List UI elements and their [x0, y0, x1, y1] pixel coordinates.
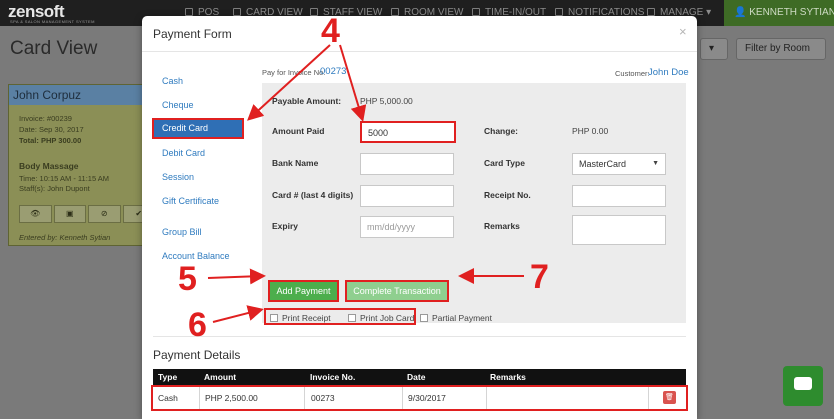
annotation-6: 6 — [188, 306, 207, 344]
caret-down-icon: ▼ — [652, 160, 659, 167]
card-time: Time: 10:15 AM - 11:15 AM — [19, 174, 110, 183]
method-gift-certificate[interactable]: Gift Certificate — [162, 196, 219, 206]
chat-icon — [794, 377, 812, 390]
card-icon — [233, 8, 241, 16]
brand-tagline: SPA & SALON MANAGEMENT SYSTEM — [10, 19, 95, 24]
annotation-5: 5 — [178, 260, 197, 298]
caret-down-icon: ▾ — [706, 7, 712, 18]
card-type-label: Card Type — [484, 158, 525, 168]
modal-title: Payment Form — [153, 27, 232, 41]
column-header-invoice: Invoice No. — [310, 372, 356, 382]
divider — [402, 387, 403, 409]
receipt-no-label: Receipt No. — [484, 190, 531, 200]
column-header-amount: Amount — [204, 372, 237, 382]
bank-name-input[interactable] — [360, 153, 454, 175]
method-cheque[interactable]: Cheque — [162, 100, 194, 110]
payment-form-modal: Payment Form × Cash Cheque Credit Card D… — [142, 16, 697, 419]
gear-icon — [647, 8, 655, 16]
bank-name-label: Bank Name — [272, 158, 319, 168]
bell-icon — [555, 8, 563, 16]
payment-details-title: Payment Details — [153, 348, 241, 362]
payment-form-panel: Payable Amount: PHP 5,000.00 Amount Paid… — [262, 83, 686, 325]
card-invoice: Invoice: #00239 — [19, 114, 72, 123]
cancel-icon[interactable]: ⊘ — [88, 205, 121, 223]
card-number-label: Card # (last 4 digits) — [272, 190, 354, 200]
date-filter-select[interactable]: ▾ — [700, 38, 728, 60]
room-icon — [391, 8, 399, 16]
table-row: Cash PHP 2,500.00 00273 9/30/2017 🗑 — [151, 385, 688, 411]
annotation-4: 4 — [321, 12, 340, 50]
annotation-7: 7 — [530, 258, 549, 296]
checkbox-icon — [348, 314, 356, 322]
invoice-number: 00273 — [320, 66, 347, 77]
expiry-input[interactable]: mm/dd/yyyy — [360, 216, 454, 238]
clock-icon — [472, 8, 480, 16]
delete-payment-button[interactable]: 🗑 — [663, 391, 676, 404]
row-invoice: 00273 — [311, 393, 335, 403]
print-job-card-checkbox[interactable]: Print Job Card — [348, 313, 414, 323]
add-payment-button[interactable]: Add Payment — [268, 280, 339, 302]
print-options-group: Print Receipt Print Job Card — [264, 308, 416, 325]
user-menu[interactable]: 👤 KENNETH SYTIAN ▾ — [724, 0, 834, 26]
invoice-label: Pay for Invoice No. — [262, 68, 326, 77]
chevron-down-icon: ▾ — [709, 43, 715, 54]
card-type-select[interactable]: MasterCard ▼ — [572, 153, 666, 175]
card-action-buttons: 👁 ▣ ⊘ ✔ — [19, 205, 155, 223]
card-entered-by: Entered by: Kenneth Sytian — [19, 233, 111, 242]
method-credit-card[interactable]: Credit Card — [152, 118, 244, 139]
room-filter-select[interactable]: Filter by Room — [736, 38, 826, 60]
close-icon[interactable]: × — [679, 24, 687, 39]
method-cash[interactable]: Cash — [162, 76, 183, 86]
expiry-label: Expiry — [272, 221, 298, 231]
print-receipt-checkbox[interactable]: Print Receipt — [270, 313, 331, 323]
row-amount: PHP 2,500.00 — [205, 393, 258, 403]
card-total: Total: PHP 300.00 — [19, 136, 82, 145]
chat-button[interactable] — [783, 366, 823, 406]
amount-paid-input[interactable]: 5000 — [360, 121, 456, 143]
card-customer-name: John Corpuz — [9, 85, 153, 105]
customer-name[interactable]: John Doe — [648, 67, 689, 78]
payable-amount-value: PHP 5,000.00 — [360, 96, 413, 106]
column-header-remarks: Remarks — [490, 372, 526, 382]
method-session[interactable]: Session — [162, 172, 194, 182]
divider — [648, 387, 649, 409]
appointment-card[interactable]: John Corpuz Invoice: #00239 Date: Sep 30… — [8, 84, 155, 246]
receipt-no-input[interactable] — [572, 185, 666, 207]
card-service: Body Massage — [19, 161, 79, 171]
checkbox-icon — [270, 314, 278, 322]
checkbox-icon — [420, 314, 428, 322]
card-staff: Staff(s): John Dupont — [19, 184, 90, 193]
remarks-textarea[interactable] — [572, 215, 666, 245]
partial-payment-checkbox[interactable]: Partial Payment — [420, 313, 492, 323]
card-number-input[interactable] — [360, 185, 454, 207]
divider — [486, 387, 487, 409]
page-title: Card View — [10, 38, 98, 59]
method-debit-card[interactable]: Debit Card — [162, 148, 205, 158]
cart-icon — [185, 8, 193, 16]
divider — [304, 387, 305, 409]
remarks-label: Remarks — [484, 221, 520, 231]
payment-icon[interactable]: ▣ — [53, 205, 86, 223]
payment-details-header: Type Amount Invoice No. Date Remarks — [153, 369, 686, 385]
amount-paid-label: Amount Paid — [272, 126, 325, 136]
divider — [153, 336, 686, 337]
card-date: Date: Sep 30, 2017 — [19, 125, 84, 134]
divider — [199, 387, 200, 409]
column-header-date: Date — [407, 372, 426, 382]
change-label: Change: — [484, 126, 518, 136]
customer-label: Customer: — [615, 69, 650, 78]
users-icon — [310, 8, 318, 16]
complete-transaction-button[interactable]: Complete Transaction — [345, 280, 449, 302]
view-icon[interactable]: 👁 — [19, 205, 52, 223]
change-value: PHP 0.00 — [572, 126, 609, 136]
user-icon: 👤 — [734, 7, 750, 18]
divider — [142, 51, 697, 52]
row-date: 9/30/2017 — [408, 393, 446, 403]
trash-icon: 🗑 — [665, 394, 674, 401]
payable-amount-label: Payable Amount: — [272, 96, 342, 106]
row-type: Cash — [158, 393, 178, 403]
column-header-type: Type — [158, 372, 178, 382]
method-group-bill[interactable]: Group Bill — [162, 227, 202, 237]
